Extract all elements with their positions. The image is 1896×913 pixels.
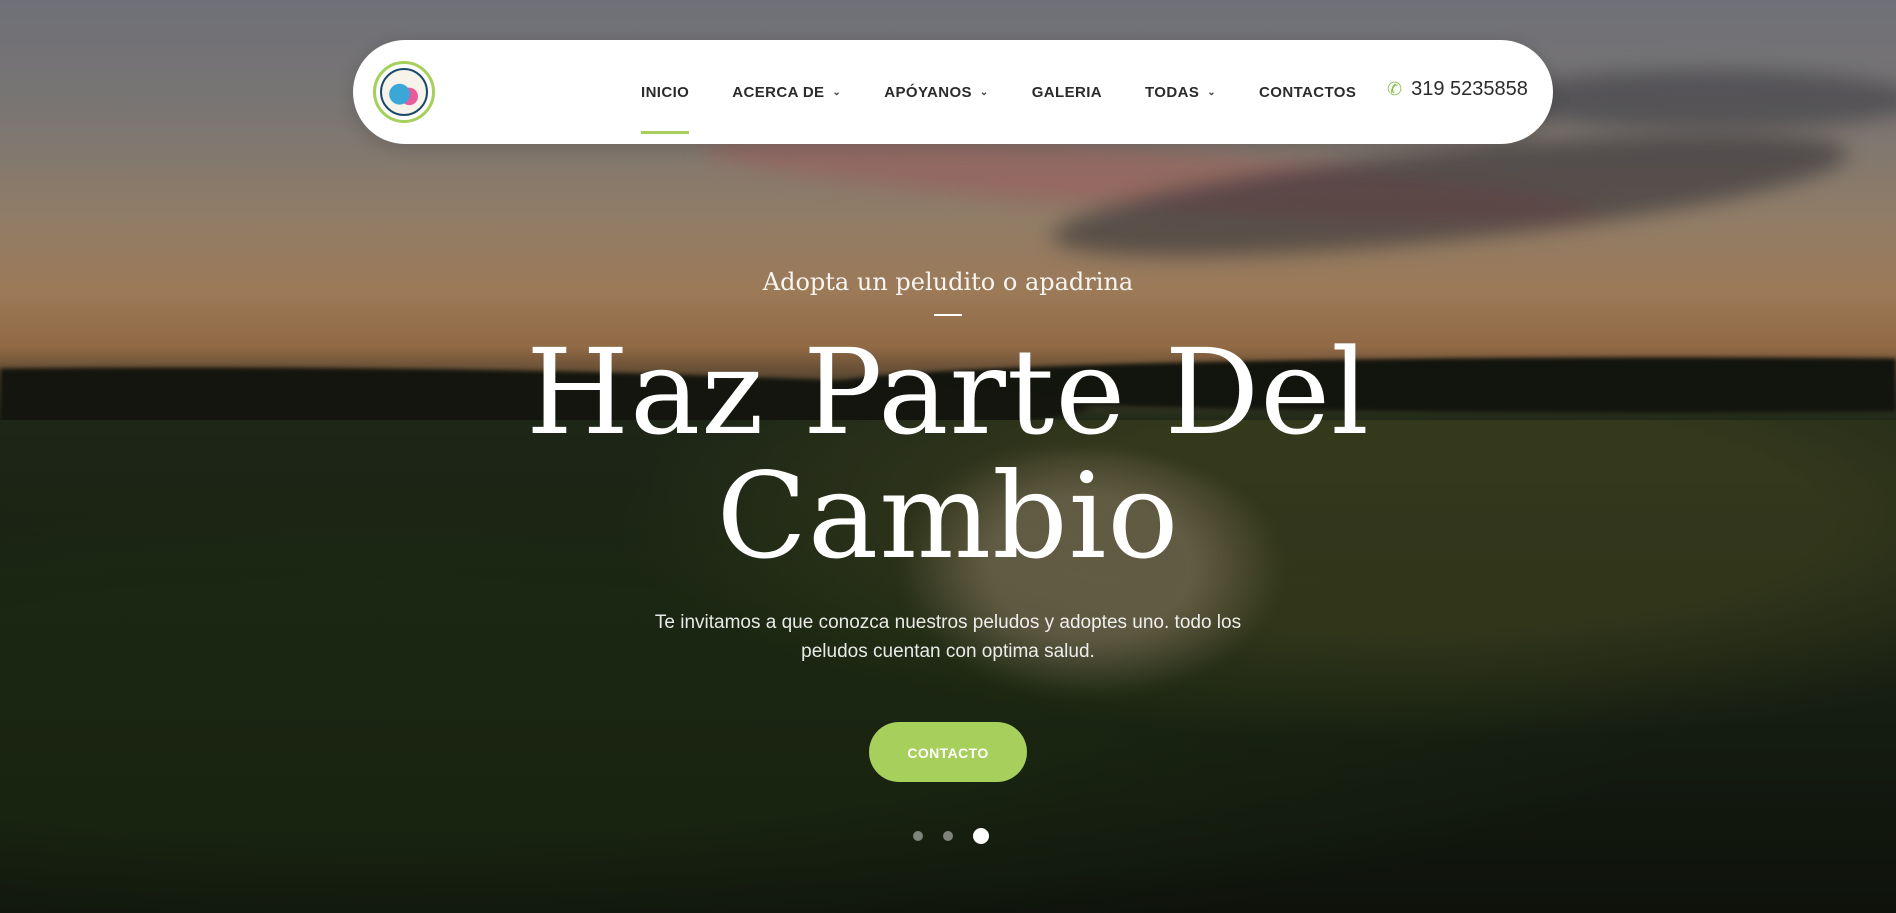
hero-headline-line1: Haz Parte Del	[526, 323, 1370, 461]
nav-item-apoyanos[interactable]: APÓYANOS ⌄	[884, 40, 988, 144]
hero-section: Adopta un peludito o apadrina Haz Parte …	[0, 262, 1896, 782]
phone-icon: ✆	[1387, 79, 1403, 99]
nav-item-acerca-de[interactable]: ACERCA DE ⌄	[732, 40, 841, 144]
phone-link[interactable]: ✆ 319 5235858	[1387, 78, 1528, 101]
nav-item-label: GALERIA	[1031, 83, 1103, 101]
chevron-down-icon: ⌄	[832, 86, 842, 98]
dog-cat-logo-icon	[380, 68, 428, 116]
main-navbar: INICIO ACERCA DE ⌄ APÓYANOS ⌄ GALERIA TO…	[353, 40, 1553, 144]
chevron-down-icon: ⌄	[979, 86, 989, 98]
slider-pagination	[913, 828, 989, 844]
slider-dot-3[interactable]	[973, 828, 989, 844]
nav-item-label: ACERCA DE	[732, 83, 825, 101]
nav-item-label: APÓYANOS	[884, 83, 972, 101]
site-logo[interactable]	[373, 61, 435, 123]
nav-item-inicio[interactable]: INICIO	[641, 40, 690, 144]
nav-item-label: CONTACTOS	[1259, 83, 1357, 101]
nav-item-contactos[interactable]: CONTACTOS	[1259, 40, 1356, 144]
nav-item-label: INICIO	[641, 83, 690, 101]
chevron-down-icon: ⌄	[1207, 86, 1217, 98]
nav-item-galeria[interactable]: GALERIA	[1032, 40, 1102, 144]
hero-subtitle: Te invitamos a que conozca nuestros pelu…	[654, 612, 1242, 662]
slider-dot-1[interactable]	[913, 831, 923, 841]
contacto-button[interactable]: CONTACTO	[869, 722, 1027, 782]
hero-headline-line2: Cambio	[716, 447, 1180, 585]
phone-number: 319 5235858	[1411, 78, 1528, 100]
slider-dot-2[interactable]	[943, 831, 953, 841]
nav-item-label: TODAS	[1145, 83, 1200, 101]
nav-item-todas[interactable]: TODAS ⌄	[1145, 40, 1216, 144]
hero-eyebrow: Adopta un peludito o apadrina	[762, 268, 1134, 296]
nav-menu: INICIO ACERCA DE ⌄ APÓYANOS ⌄ GALERIA TO…	[641, 40, 1399, 144]
hero-divider	[934, 314, 962, 316]
hero-headline: Haz Parte Del Cambio	[0, 330, 1896, 578]
